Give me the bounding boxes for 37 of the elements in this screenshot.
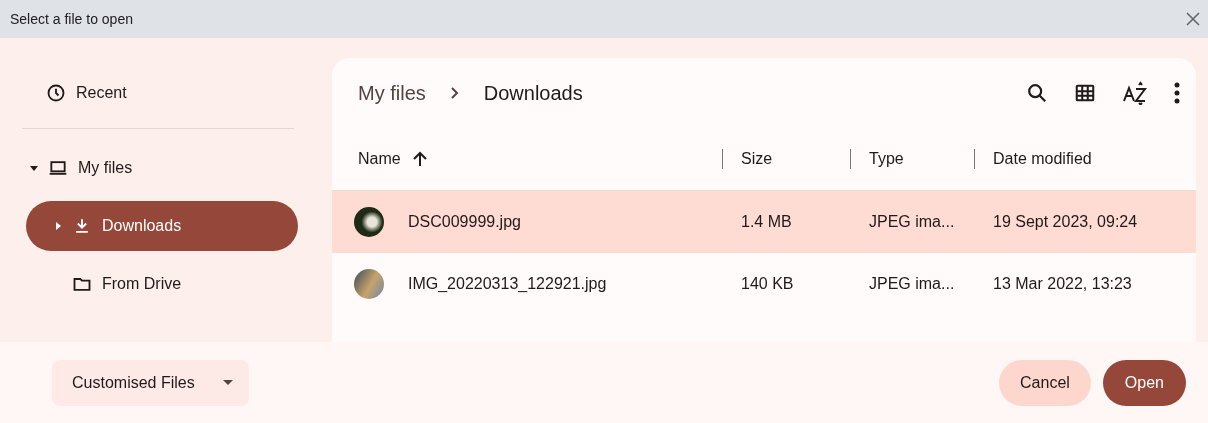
sidebar-item[interactable]: Recent <box>26 68 298 118</box>
column-header[interactable]: Name <box>358 150 401 168</box>
caret-right-icon[interactable] <box>54 222 62 230</box>
close-button[interactable] <box>1184 10 1202 28</box>
sidebar-item[interactable]: My files <box>26 143 298 193</box>
column-header[interactable]: Size <box>741 150 773 168</box>
more-options-button[interactable] <box>1174 82 1180 104</box>
sidebar-item[interactable]: From Drive <box>26 259 298 309</box>
laptop-icon <box>48 158 68 178</box>
file-type-dropdown[interactable]: Customised Files <box>52 359 249 406</box>
breadcrumb-item[interactable]: Downloads <box>483 81 583 105</box>
column-header[interactable]: Date modified <box>993 150 1092 168</box>
cancel-button[interactable]: Cancel <box>999 359 1091 406</box>
photo-thumbnail <box>354 207 384 237</box>
clock-icon <box>46 83 66 103</box>
file-date: 19 Sept 2023, 09:24 <box>992 213 1139 231</box>
file-size: 140 KB <box>740 275 795 293</box>
file-date: 13 Mar 2022, 13:23 <box>992 275 1133 293</box>
chevron-right-icon <box>449 86 460 100</box>
file-type: JPEG ima... <box>868 275 956 293</box>
file-name: DSC009999.jpg <box>408 213 521 231</box>
file-row[interactable]: DSC009999.jpg 1.4 MB JPEG ima... 19 Sept 2023, 09:24 <box>332 191 1196 253</box>
file-row[interactable]: IMG_20220313_122921.jpg 140 KB JPEG ima... 13 Mar 2022, 13:23 <box>332 253 1196 315</box>
file-name: IMG_20220313_122921.jpg <box>408 275 607 293</box>
sidebar-item[interactable]: Downloads <box>26 201 298 251</box>
breadcrumb-item[interactable]: My files <box>358 81 426 105</box>
open-button[interactable]: Open <box>1102 359 1186 406</box>
file-size: 1.4 MB <box>740 213 793 231</box>
photo-thumbnail <box>354 269 384 299</box>
sort-az-button[interactable] <box>1122 81 1148 105</box>
caret-down-icon <box>222 379 233 386</box>
file-type: JPEG ima... <box>868 213 956 231</box>
column-header[interactable]: Type <box>869 150 904 168</box>
caret-down-icon[interactable] <box>30 164 38 172</box>
window-title: Select a file to open <box>10 11 133 27</box>
grid-view-button[interactable] <box>1074 82 1096 104</box>
search-button[interactable] <box>1026 82 1048 104</box>
